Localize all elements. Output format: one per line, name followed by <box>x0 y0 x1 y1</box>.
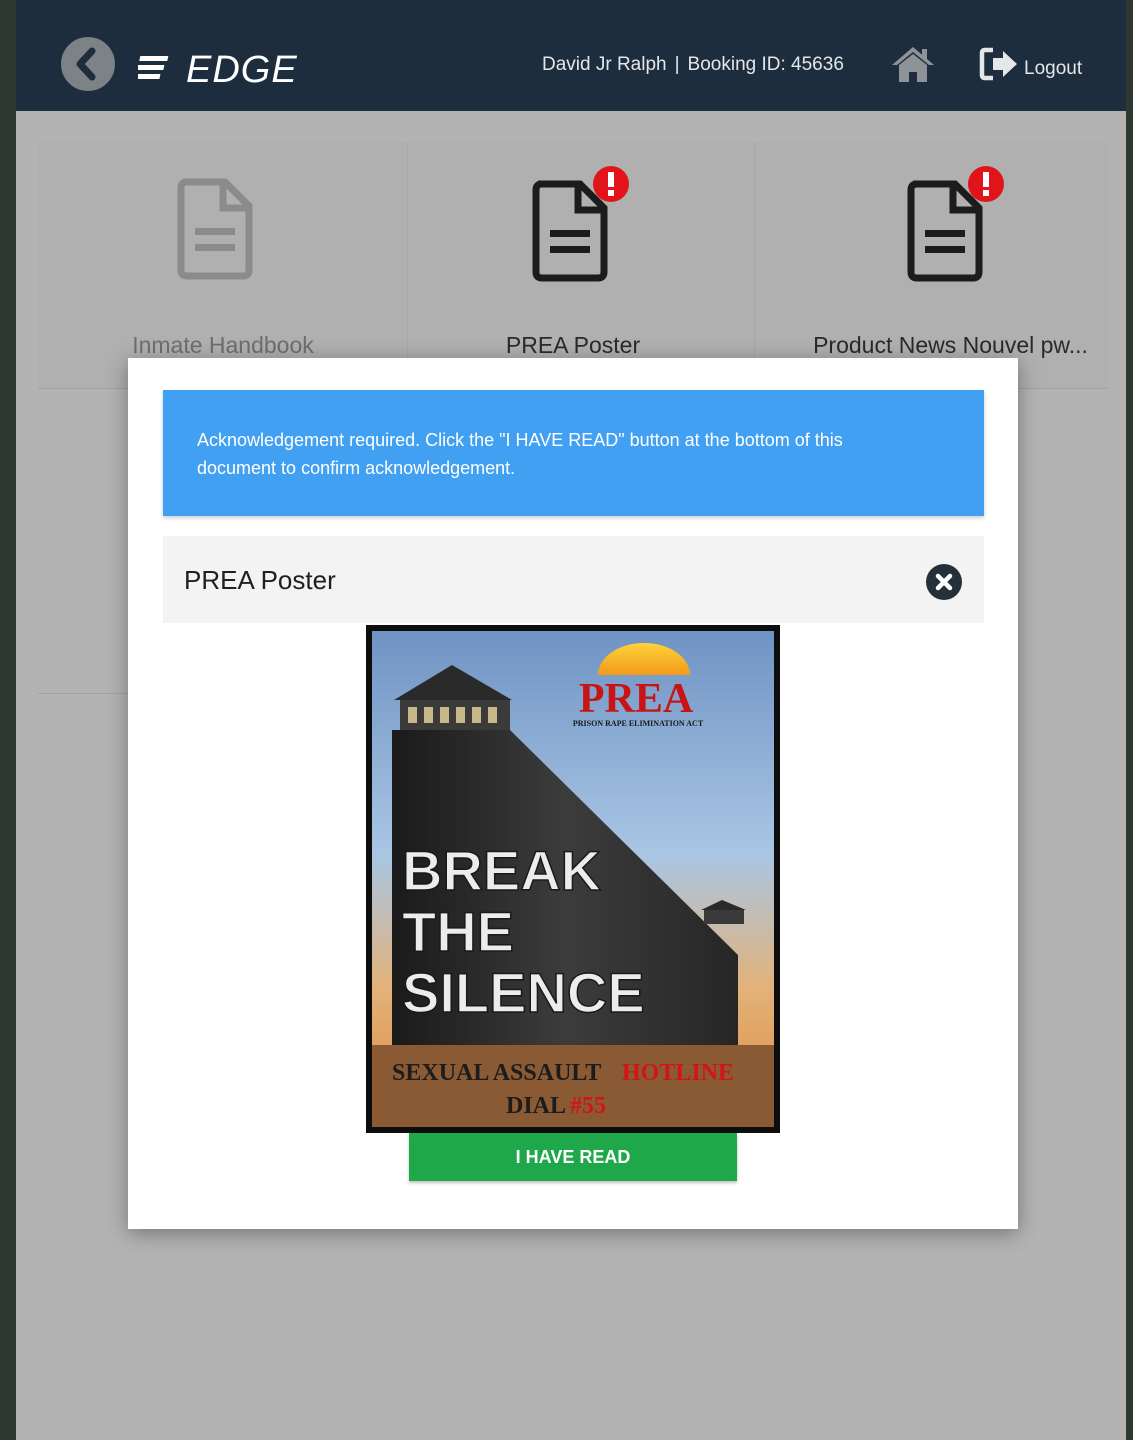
booking-id: Booking ID: 45636 <box>687 54 844 75</box>
svg-text:#55: #55 <box>570 1093 606 1119</box>
document-title: PREA Poster <box>184 565 336 595</box>
tile-product-news[interactable]: Product News Nouvel pw... <box>793 142 1108 388</box>
svg-text:THE: THE <box>402 900 514 963</box>
app-window: EDGE David Jr Ralph | Booking ID: 45636 Lo… <box>16 0 1126 1440</box>
svg-text:SEXUAL ASSAULT: SEXUAL ASSAULT <box>392 1060 601 1086</box>
tile-prea-poster[interactable]: PREA Poster <box>408 142 738 388</box>
user-name: David Jr Ralph <box>542 54 667 75</box>
close-icon <box>935 573 953 591</box>
acknowledgement-text: Acknowledgement required. Click the "I H… <box>197 430 843 478</box>
logout-icon <box>979 47 1017 81</box>
tile-label: Product News Nouvel pw... <box>813 332 1088 358</box>
document-header: PREA Poster <box>163 536 984 623</box>
svg-text:SILENCE: SILENCE <box>402 961 645 1024</box>
svg-text:PREA: PREA <box>579 676 694 722</box>
user-booking-info: David Jr Ralph | Booking ID: 45636 <box>542 54 844 76</box>
tile-label: Inmate Handbook <box>132 332 314 358</box>
tile-divider <box>754 142 755 388</box>
i-have-read-button[interactable]: I HAVE READ <box>409 1133 737 1181</box>
home-icon <box>892 47 934 82</box>
document-alert-icon <box>532 166 629 282</box>
acknowledgement-banner: Acknowledgement required. Click the "I H… <box>163 390 984 516</box>
home-button[interactable] <box>890 44 936 84</box>
top-header: EDGE David Jr Ralph | Booking ID: 45636 Lo… <box>16 0 1126 111</box>
svg-text:EDGE: EDGE <box>186 49 298 88</box>
document-tiles: Inmate Handbook PREA Poster Product News… <box>38 142 1108 389</box>
tile-inmate-handbook[interactable]: Inmate Handbook <box>38 142 408 388</box>
svg-text:PRISON RAPE ELIMINATION ACT: PRISON RAPE ELIMINATION ACT <box>573 719 704 728</box>
document-alert-icon <box>907 166 1004 282</box>
prea-poster-image: PREA PRISON RAPE ELIMINATION ACT BREAK T… <box>366 625 780 1133</box>
edge-logo: EDGE <box>131 48 338 91</box>
svg-text:BREAK: BREAK <box>402 839 601 902</box>
svg-text:HOTLINE: HOTLINE <box>622 1060 734 1086</box>
logout-label: Logout <box>1024 58 1083 79</box>
back-button[interactable] <box>61 37 115 91</box>
separator: | <box>674 54 680 75</box>
tile-label: PREA Poster <box>505 332 641 358</box>
close-button[interactable] <box>926 564 962 600</box>
logout-button[interactable]: Logout <box>979 46 1082 86</box>
document-icon <box>177 178 253 280</box>
svg-text:DIAL: DIAL <box>506 1093 566 1119</box>
chevron-left-icon <box>76 47 96 81</box>
document-modal: Acknowledgement required. Click the "I H… <box>128 358 1018 1229</box>
